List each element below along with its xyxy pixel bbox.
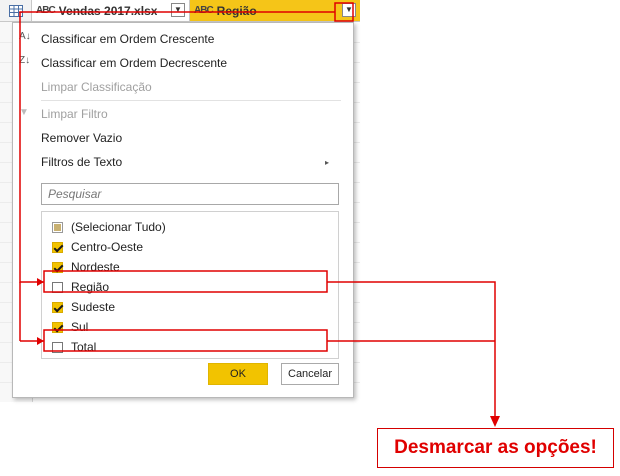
arrow-head-icon (490, 416, 500, 427)
filter-list-item-label: Sudeste (71, 300, 116, 314)
annotation-callout: Desmarcar as opções! (377, 428, 614, 468)
clear-filter-icon: ▼ (19, 107, 29, 118)
remove-empty-item[interactable]: Remover Vazio (41, 131, 122, 145)
column-header-source[interactable]: ABC Vendas 2017.xlsx ▼ (32, 0, 190, 22)
ok-button[interactable]: OK (208, 363, 268, 385)
search-input[interactable] (41, 183, 339, 205)
sort-ascending-item[interactable]: Classificar em Ordem Crescente (41, 32, 214, 46)
checkbox[interactable] (52, 321, 63, 333)
checkbox[interactable] (52, 241, 63, 253)
checkbox[interactable] (52, 261, 63, 273)
text-type-icon: ABC (194, 5, 214, 16)
table-menu-button[interactable] (0, 0, 32, 22)
sort-descending-icon: Z↓ (19, 55, 31, 66)
text-type-icon: ABC (36, 5, 56, 16)
filter-list-item[interactable]: (Selecionar Tudo) (52, 218, 166, 236)
checkbox[interactable] (52, 301, 63, 313)
sort-ascending-icon: A↓ (19, 31, 31, 42)
column-header-regiao[interactable]: ABC Região ▼ (190, 0, 360, 22)
filter-list-item-label: Centro-Oeste (71, 240, 144, 254)
checkbox[interactable] (52, 221, 63, 233)
checkbox[interactable] (52, 281, 63, 293)
sort-descending-item[interactable]: Classificar em Ordem Decrescente (41, 56, 227, 70)
filter-list-item[interactable]: Centro-Oeste (52, 238, 143, 256)
filter-list-item-label: (Selecionar Tudo) (71, 220, 166, 234)
filter-list-item[interactable]: Nordeste (52, 258, 120, 276)
text-filters-item[interactable]: Filtros de Texto ▸ (41, 155, 341, 169)
filter-list-item[interactable]: Sul (52, 318, 88, 336)
column-header-label: Vendas 2017.xlsx (58, 3, 158, 18)
filter-list-item-label: Nordeste (71, 260, 120, 274)
filter-list-item[interactable]: Região (52, 278, 109, 296)
filter-list-item-label: Região (71, 280, 110, 294)
chevron-down-icon[interactable]: ▼ (171, 3, 185, 17)
column-header-label: Região (216, 3, 257, 18)
chevron-right-icon: ▸ (324, 158, 329, 167)
filter-dropdown-button[interactable]: ▼ (342, 3, 356, 17)
filter-list-item[interactable]: Total (52, 338, 96, 356)
clear-filter-item[interactable]: Limpar Filtro (41, 107, 108, 121)
text-filters-label: Filtros de Texto (41, 155, 123, 169)
filter-list-item-label: Sul (71, 320, 89, 334)
filter-list-item[interactable]: Sudeste (52, 298, 115, 316)
filter-dropdown-panel: A↓ Classificar em Ordem Crescente Z↓ Cla… (12, 22, 354, 398)
filter-list-item-label: Total (71, 340, 97, 354)
menu-separator (41, 100, 341, 101)
cancel-button[interactable]: Cancelar (281, 363, 339, 385)
table-icon (8, 4, 23, 17)
filter-values-list: (Selecionar Tudo) Centro-Oeste Nordeste Reg… (41, 211, 339, 359)
clear-sort-item[interactable]: Limpar Classificação (41, 80, 152, 94)
checkbox[interactable] (52, 341, 63, 353)
